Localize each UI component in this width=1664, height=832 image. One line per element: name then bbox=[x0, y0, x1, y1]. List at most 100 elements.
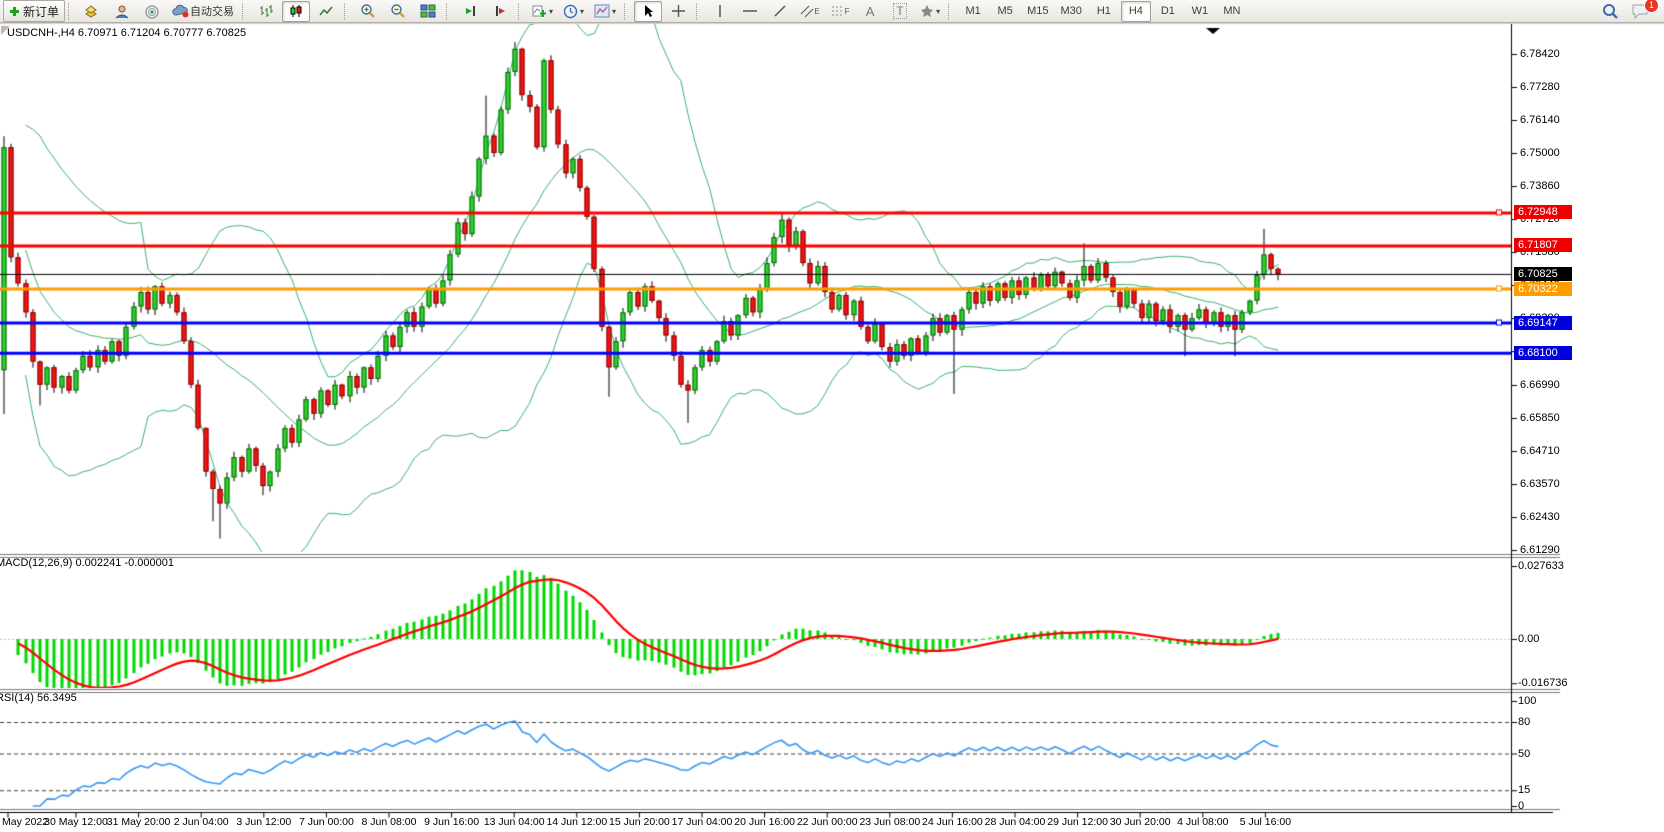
separator bbox=[68, 3, 74, 20]
separator bbox=[696, 3, 702, 20]
timeframe-m5[interactable]: M5 bbox=[990, 1, 1020, 22]
time-axis-label: 14 Jun 12:00 bbox=[546, 816, 607, 828]
chart-ohlc-values: 6.70971 6.71204 6.70777 6.70825 bbox=[78, 27, 246, 39]
channel-tool[interactable]: E bbox=[796, 1, 824, 22]
market-watch-button[interactable] bbox=[108, 1, 136, 22]
price-level-badge[interactable]: 6.72948 bbox=[1514, 205, 1572, 219]
label-tool-letter: T bbox=[893, 3, 906, 19]
zoom-in-button[interactable] bbox=[354, 1, 382, 22]
vertical-line-tool[interactable] bbox=[706, 1, 734, 22]
timeframe-m15[interactable]: M15 bbox=[1022, 1, 1053, 22]
separator bbox=[948, 3, 954, 20]
chart-title: USDCNH-,H4 6.70971 6.71204 6.70777 6.708… bbox=[7, 27, 246, 39]
auto-trading-label: 自动交易 bbox=[190, 3, 234, 19]
arrows-icon bbox=[920, 4, 934, 18]
timeframe-mn[interactable]: MN bbox=[1217, 1, 1247, 22]
macd-axis-tick: 0.027633 bbox=[1518, 560, 1564, 572]
time-axis-label: 4 Jul 08:00 bbox=[1177, 816, 1228, 828]
arrows-tool[interactable]: ▾ bbox=[916, 1, 944, 22]
text-tool[interactable]: A bbox=[856, 1, 884, 22]
chart-canvas[interactable] bbox=[0, 0, 1664, 832]
timeframe-m30[interactable]: M30 bbox=[1055, 1, 1086, 22]
text-label-tool[interactable]: T bbox=[886, 1, 914, 22]
text-tool-letter: A bbox=[866, 4, 875, 19]
auto-scroll-button[interactable] bbox=[456, 1, 484, 22]
tile-windows-icon bbox=[420, 4, 436, 18]
price-axis-tick: 6.75000 bbox=[1520, 147, 1560, 159]
terminal-window: { "toolbar": { "new_order": "新订单", "auto… bbox=[0, 0, 1664, 832]
line-chart-button[interactable] bbox=[312, 1, 340, 22]
add-indicator-button[interactable]: ▾ bbox=[528, 1, 557, 22]
macd-axis-tick: -0.016736 bbox=[1518, 677, 1568, 689]
new-order-button[interactable]: 新订单 bbox=[3, 0, 65, 22]
price-level-badge[interactable]: 6.69147 bbox=[1514, 316, 1572, 330]
fibonacci-icon bbox=[831, 4, 845, 18]
price-axis-tick: 6.77280 bbox=[1520, 81, 1560, 93]
trendline-icon bbox=[773, 4, 787, 18]
add-indicator-icon bbox=[532, 4, 547, 18]
time-axis-label: 5 Jul 16:00 bbox=[1240, 816, 1291, 828]
trendline-tool[interactable] bbox=[766, 1, 794, 22]
charts-icon bbox=[84, 4, 100, 18]
time-axis-label: 17 Jun 04:00 bbox=[672, 816, 733, 828]
new-order-label: 新订单 bbox=[23, 3, 59, 20]
cursor-button[interactable] bbox=[634, 1, 662, 22]
dropdown-caret: ▾ bbox=[612, 7, 616, 16]
rsi-axis-tick: 0 bbox=[1518, 800, 1524, 812]
price-level-badge[interactable]: 6.71807 bbox=[1514, 238, 1572, 252]
price-level-badge[interactable]: 6.68100 bbox=[1514, 346, 1572, 360]
price-axis-tick: 6.62430 bbox=[1520, 511, 1560, 523]
rsi-axis-tick: 80 bbox=[1518, 716, 1530, 728]
time-axis-label: 7 Jun 00:00 bbox=[299, 816, 354, 828]
crosshair-button[interactable] bbox=[664, 1, 692, 22]
charts-button[interactable] bbox=[78, 1, 106, 22]
notification-badge: 1 bbox=[1644, 0, 1659, 13]
fibonacci-tool[interactable]: F bbox=[826, 1, 854, 22]
signals-button[interactable] bbox=[138, 1, 166, 22]
timeframe-w1[interactable]: W1 bbox=[1185, 1, 1215, 22]
rsi-indicator-label: RSI(14) 56.3495 bbox=[0, 692, 77, 704]
time-axis-label: 20 Jun 16:00 bbox=[734, 816, 795, 828]
search-icon bbox=[1602, 3, 1619, 20]
tile-windows-button[interactable] bbox=[414, 1, 442, 22]
plus-icon bbox=[9, 6, 20, 17]
time-axis-label: 30 Jun 20:00 bbox=[1110, 816, 1171, 828]
chart-shift-button[interactable] bbox=[486, 1, 514, 22]
templates-button[interactable]: ▾ bbox=[590, 1, 620, 22]
bar-chart-button[interactable] bbox=[252, 1, 280, 22]
separator bbox=[344, 3, 350, 20]
price-axis-tick: 6.61290 bbox=[1520, 544, 1560, 556]
rsi-axis-tick: 100 bbox=[1518, 695, 1536, 707]
toolbar: 新订单 自动交易 ▾ ▾ bbox=[0, 0, 1664, 23]
price-axis-tick: 6.63570 bbox=[1520, 478, 1560, 490]
periods-button[interactable]: ▾ bbox=[559, 1, 588, 22]
timeframe-h4[interactable]: H4 bbox=[1121, 1, 1151, 22]
search-button[interactable] bbox=[1596, 1, 1624, 22]
auto-trading-button[interactable]: 自动交易 bbox=[168, 1, 238, 22]
horizontal-line-tool[interactable] bbox=[736, 1, 764, 22]
zoom-out-button[interactable] bbox=[384, 1, 412, 22]
dropdown-caret: ▾ bbox=[549, 7, 553, 16]
time-axis-label: 2 Jun 04:00 bbox=[174, 816, 229, 828]
macd-indicator-label: MACD(12,26,9) 0.002241 -0.000001 bbox=[0, 557, 174, 569]
dropdown-caret: ▾ bbox=[580, 7, 584, 16]
candlestick-chart-button[interactable] bbox=[282, 1, 310, 22]
price-axis-tick: 6.73860 bbox=[1520, 180, 1560, 192]
price-level-badge[interactable]: 6.70825 bbox=[1514, 267, 1572, 281]
price-axis-tick: 6.78420 bbox=[1520, 48, 1560, 60]
timeframe-m1[interactable]: M1 bbox=[958, 1, 988, 22]
fibonacci-letter: F bbox=[845, 7, 850, 16]
price-level-badge[interactable]: 6.70322 bbox=[1514, 282, 1572, 296]
time-axis-label: 31 May 20:00 bbox=[107, 816, 171, 828]
time-axis-label: 8 Jun 08:00 bbox=[362, 816, 417, 828]
price-axis-tick: 6.66990 bbox=[1520, 379, 1560, 391]
auto-scroll-icon bbox=[463, 4, 478, 18]
toolbar-right: 1 bbox=[1595, 1, 1655, 22]
timeframe-d1[interactable]: D1 bbox=[1153, 1, 1183, 22]
timeframe-h1[interactable]: H1 bbox=[1089, 1, 1119, 22]
notifications-button[interactable]: 1 bbox=[1626, 1, 1654, 22]
chart-shift-icon bbox=[493, 4, 508, 18]
separator bbox=[518, 3, 524, 20]
profile-icon bbox=[114, 4, 130, 19]
template-icon bbox=[594, 4, 610, 18]
